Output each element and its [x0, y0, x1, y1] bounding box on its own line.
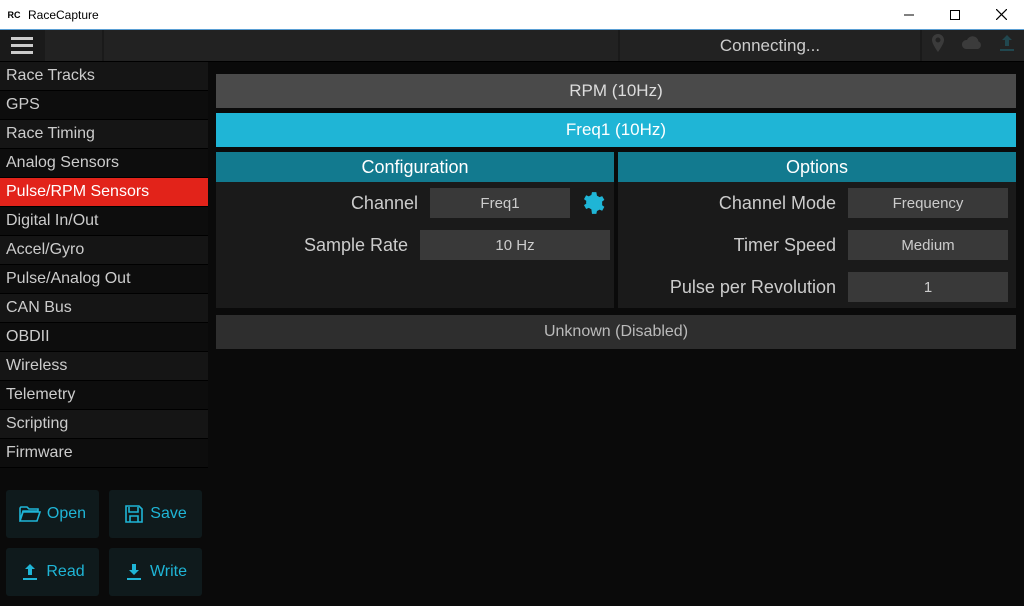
toolbar-icons — [922, 30, 1024, 61]
sidebar-item-digital-in-out[interactable]: Digital In/Out — [0, 207, 208, 236]
toolbar-spacer — [45, 30, 102, 61]
sample-rate-label: Sample Rate — [216, 235, 420, 256]
save-button-label: Save — [150, 505, 186, 523]
channel-mode-value[interactable]: Frequency — [848, 188, 1008, 218]
tab-rpm[interactable]: RPM (10Hz) — [216, 74, 1016, 108]
download-icon — [124, 562, 144, 582]
read-button-label: Read — [46, 563, 84, 581]
sidebar: Race Tracks GPS Race Timing Analog Senso… — [0, 62, 208, 606]
sidebar-item-accel-gyro[interactable]: Accel/Gyro — [0, 236, 208, 265]
sidebar-item-pulse-analog-out[interactable]: Pulse/Analog Out — [0, 265, 208, 294]
sidebar-item-race-tracks[interactable]: Race Tracks — [0, 62, 208, 91]
toolbar-mid — [104, 30, 618, 61]
timer-speed-label: Timer Speed — [618, 235, 848, 256]
sidebar-item-gps[interactable]: GPS — [0, 91, 208, 120]
sidebar-item-can-bus[interactable]: CAN Bus — [0, 294, 208, 323]
app-toolbar: Connecting... — [0, 30, 1024, 62]
gear-icon — [579, 190, 605, 216]
maximize-button[interactable] — [932, 0, 978, 29]
sidebar-item-firmware[interactable]: Firmware — [0, 439, 208, 468]
disabled-row[interactable]: Unknown (Disabled) — [216, 315, 1016, 349]
open-button[interactable]: Open — [6, 490, 99, 538]
close-button[interactable] — [978, 0, 1024, 29]
read-button[interactable]: Read — [6, 548, 99, 596]
ppr-value[interactable]: 1 — [848, 272, 1008, 302]
app-icon: RC — [6, 7, 22, 23]
sidebar-item-race-timing[interactable]: Race Timing — [0, 120, 208, 149]
window-controls — [886, 0, 1024, 29]
location-icon[interactable] — [930, 34, 946, 57]
window-title: RaceCapture — [28, 8, 886, 22]
channel-mode-label: Channel Mode — [618, 193, 848, 214]
write-button[interactable]: Write — [109, 548, 202, 596]
cloud-icon[interactable] — [961, 35, 983, 56]
channel-label: Channel — [216, 193, 430, 214]
timer-speed-value[interactable]: Medium — [848, 230, 1008, 260]
sidebar-item-scripting[interactable]: Scripting — [0, 410, 208, 439]
connection-status: Connecting... — [620, 30, 920, 61]
save-button[interactable]: Save — [109, 490, 202, 538]
configuration-panel: Configuration Channel Freq1 Sample Rate … — [216, 152, 614, 308]
ppr-label: Pulse per Revolution — [618, 277, 848, 298]
channel-settings-button[interactable] — [574, 185, 610, 221]
content-area: RPM (10Hz) Freq1 (10Hz) Configuration Ch… — [208, 62, 1024, 606]
options-panel: Options Channel Mode Frequency Timer Spe… — [618, 152, 1016, 308]
upload-icon[interactable] — [998, 34, 1016, 57]
write-button-label: Write — [150, 563, 187, 581]
sidebar-item-pulse-rpm-sensors[interactable]: Pulse/RPM Sensors — [0, 178, 208, 207]
window-titlebar: RC RaceCapture — [0, 0, 1024, 30]
sidebar-item-telemetry[interactable]: Telemetry — [0, 381, 208, 410]
open-button-label: Open — [47, 505, 86, 523]
minimize-button[interactable] — [886, 0, 932, 29]
folder-open-icon — [19, 505, 41, 523]
menu-button[interactable] — [0, 30, 43, 61]
upload-icon — [20, 562, 40, 582]
tab-freq1[interactable]: Freq1 (10Hz) — [216, 113, 1016, 147]
sidebar-item-wireless[interactable]: Wireless — [0, 352, 208, 381]
filler — [216, 266, 614, 308]
floppy-icon — [124, 504, 144, 524]
sidebar-item-analog-sensors[interactable]: Analog Sensors — [0, 149, 208, 178]
options-header: Options — [618, 152, 1016, 182]
configuration-header: Configuration — [216, 152, 614, 182]
channel-value[interactable]: Freq1 — [430, 188, 570, 218]
sample-rate-value[interactable]: 10 Hz — [420, 230, 610, 260]
sidebar-item-obdii[interactable]: OBDII — [0, 323, 208, 352]
